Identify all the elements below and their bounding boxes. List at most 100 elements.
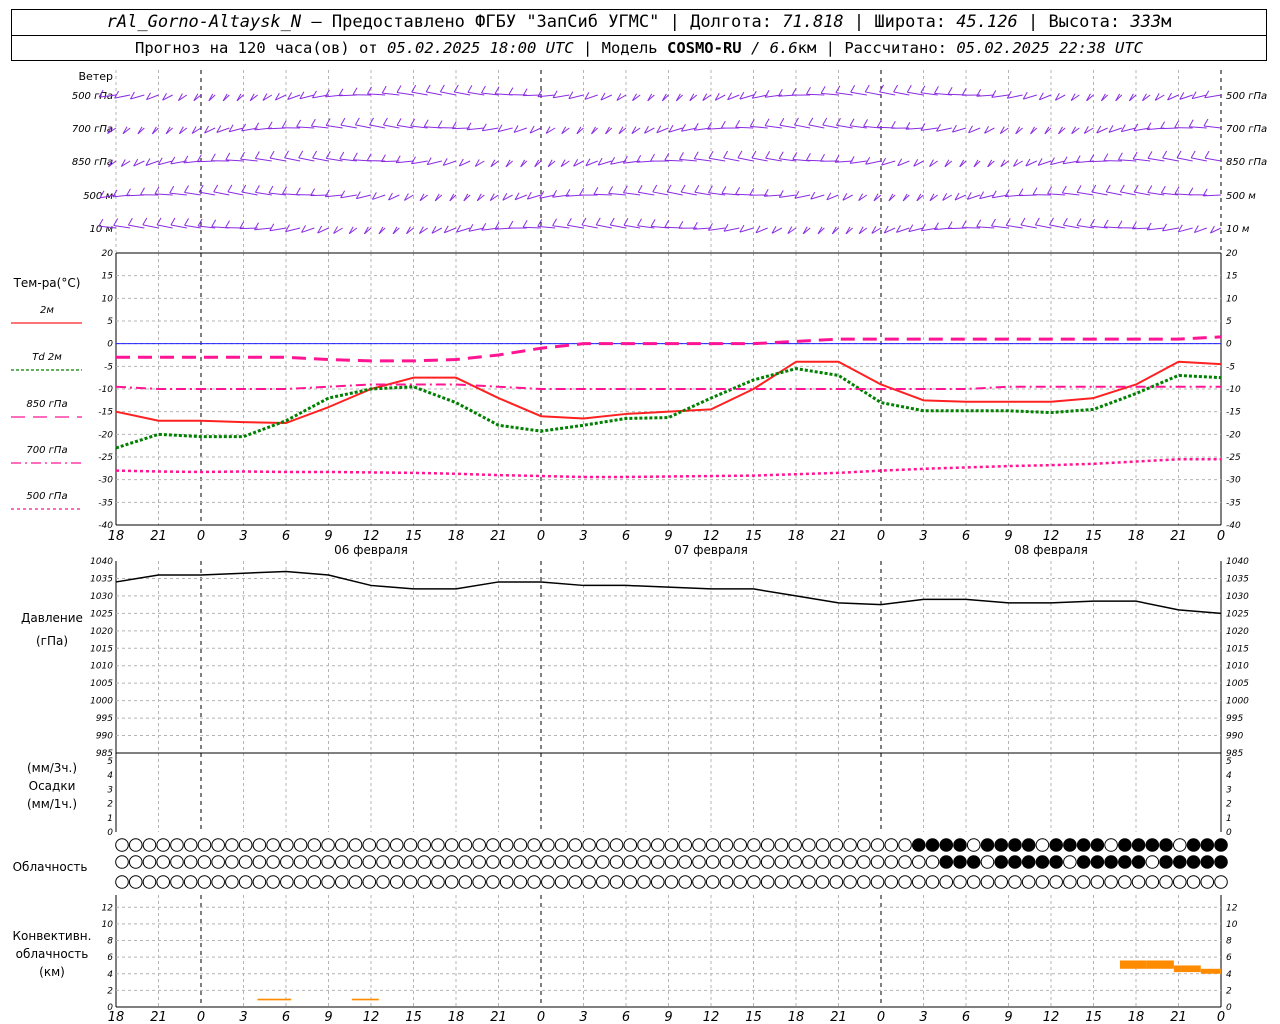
- cloud-symbol: [1104, 875, 1118, 889]
- temp-y-tick: 0: [107, 340, 113, 350]
- wind-barb: [396, 91, 414, 96]
- x-tick-label: 6: [962, 529, 970, 544]
- pressure-y-tick: 1015: [1226, 644, 1249, 654]
- wind-barb-flag: [340, 117, 346, 126]
- wind-barb: [1120, 191, 1137, 196]
- wind-barb-flag: [920, 123, 926, 131]
- cloud-symbol: [335, 838, 349, 852]
- cloud-symbol: [238, 855, 253, 869]
- cloud-symbol: [527, 855, 541, 869]
- conv-cloud-bar: [1173, 965, 1201, 973]
- cloud-symbol: [1104, 838, 1118, 852]
- cloud-symbol: [170, 855, 184, 869]
- wind-barb-flag: [170, 217, 176, 226]
- cloud-symbol: [527, 875, 541, 889]
- precip-unit-top: (мм/3ч.): [27, 761, 77, 775]
- cloud-symbol: [1172, 838, 1187, 852]
- wind-barb: [184, 191, 202, 196]
- cloud-symbol: [115, 855, 129, 869]
- pressure-y-tick: 1040: [90, 557, 113, 567]
- x-tick-label: 0: [877, 1010, 885, 1024]
- wind-barb: [567, 224, 584, 229]
- cloud-symbol: [568, 838, 583, 852]
- wind-barb: [936, 127, 952, 132]
- x-tick-label: 21: [490, 1010, 507, 1024]
- cloud-symbol: [321, 838, 335, 852]
- cloud-symbol: [884, 855, 899, 869]
- wind-barb-flag: [991, 90, 997, 98]
- cloud-symbol: [142, 875, 157, 889]
- cloud-symbol: [376, 855, 390, 869]
- wind-barb-flag: [765, 150, 771, 159]
- precip-y-tick: 5: [1226, 757, 1232, 767]
- conv-y-tick: 10: [1226, 920, 1238, 930]
- wind-barb-flag: [1147, 185, 1153, 193]
- conv-y-tick: 0: [1226, 1003, 1232, 1013]
- cloud-symbol: [719, 875, 734, 889]
- wind-barb: [454, 91, 471, 96]
- temp-y-tick: 20: [102, 249, 114, 259]
- cloud-symbol: [939, 875, 954, 889]
- precip-y-tick: 4: [107, 771, 113, 781]
- wind-barb-flag: [679, 152, 684, 160]
- cloud-symbol: [376, 838, 390, 852]
- conv-cloud-bar: [257, 998, 292, 1001]
- cloud-symbol: [925, 838, 940, 852]
- conv-y-tick: 2: [1226, 986, 1232, 996]
- wind-panel-title: Ветер: [79, 70, 113, 83]
- wind-barb-flag: [849, 156, 855, 164]
- conv-cloud-bar: [1146, 960, 1174, 969]
- wind-barb-flag: [1147, 151, 1153, 159]
- cloud-symbol: [431, 838, 445, 852]
- wind-barb-flag: [197, 218, 203, 227]
- cloud-symbol: [1172, 875, 1187, 889]
- cloud-symbol: [925, 855, 940, 869]
- wind-barb: [666, 191, 683, 196]
- cloud-symbol: [733, 855, 747, 869]
- wind-barb: [1204, 157, 1222, 162]
- x-tick-label: 18: [1128, 529, 1145, 544]
- cloud-symbol: [389, 838, 404, 852]
- temp-y-tick: -25: [98, 453, 113, 463]
- wind-barb-flag: [1076, 218, 1082, 226]
- wind-barb: [723, 157, 740, 162]
- cloud-symbol: [238, 875, 253, 889]
- wind-barb-flag: [396, 118, 402, 126]
- temp-y-tick: 5: [1226, 317, 1232, 327]
- cloud-symbol: [898, 855, 912, 869]
- cloud-symbol: [623, 875, 638, 889]
- cloud-symbol: [678, 875, 693, 889]
- cloud-symbol: [1063, 875, 1077, 889]
- wind-barb-flag: [183, 155, 189, 164]
- cloud-symbol: [444, 855, 459, 869]
- cloud-symbol: [554, 838, 569, 852]
- x-tick-label: 0: [537, 529, 545, 544]
- cloud-symbol: [815, 875, 830, 889]
- cloud-symbol: [527, 838, 541, 852]
- wind-barb-flag: [778, 190, 784, 198]
- precip-y-tick: 5: [107, 757, 113, 767]
- x-tick-label: 0: [197, 1010, 205, 1024]
- cloud-symbol: [1145, 875, 1160, 889]
- cloud-symbol: [197, 875, 212, 889]
- wind-barb-flag: [254, 122, 260, 131]
- wind-barb: [751, 157, 768, 162]
- temp-y-tick: -10: [1226, 385, 1241, 395]
- temp-panel-title: Тем-ра(°С): [13, 276, 81, 290]
- cloud-symbol: [1090, 838, 1105, 852]
- cloud-symbol: [1021, 875, 1036, 889]
- wind-barb-flag: [764, 90, 770, 98]
- cloud-symbol: [609, 855, 624, 869]
- wind-barb-flag: [184, 218, 190, 226]
- cloud-symbol: [348, 875, 363, 889]
- cloud-symbol: [225, 875, 239, 889]
- wind-barb: [1191, 157, 1207, 162]
- wind-barb-flag: [298, 150, 304, 159]
- precip-y-tick: 1: [1226, 814, 1232, 824]
- cloud-symbol: [637, 838, 651, 852]
- cloud-symbol: [664, 875, 679, 889]
- cloud-symbol: [458, 875, 473, 889]
- cloud-symbol: [403, 855, 418, 869]
- wind-barb-flag: [1162, 150, 1168, 159]
- x-tick-label: 12: [703, 529, 720, 544]
